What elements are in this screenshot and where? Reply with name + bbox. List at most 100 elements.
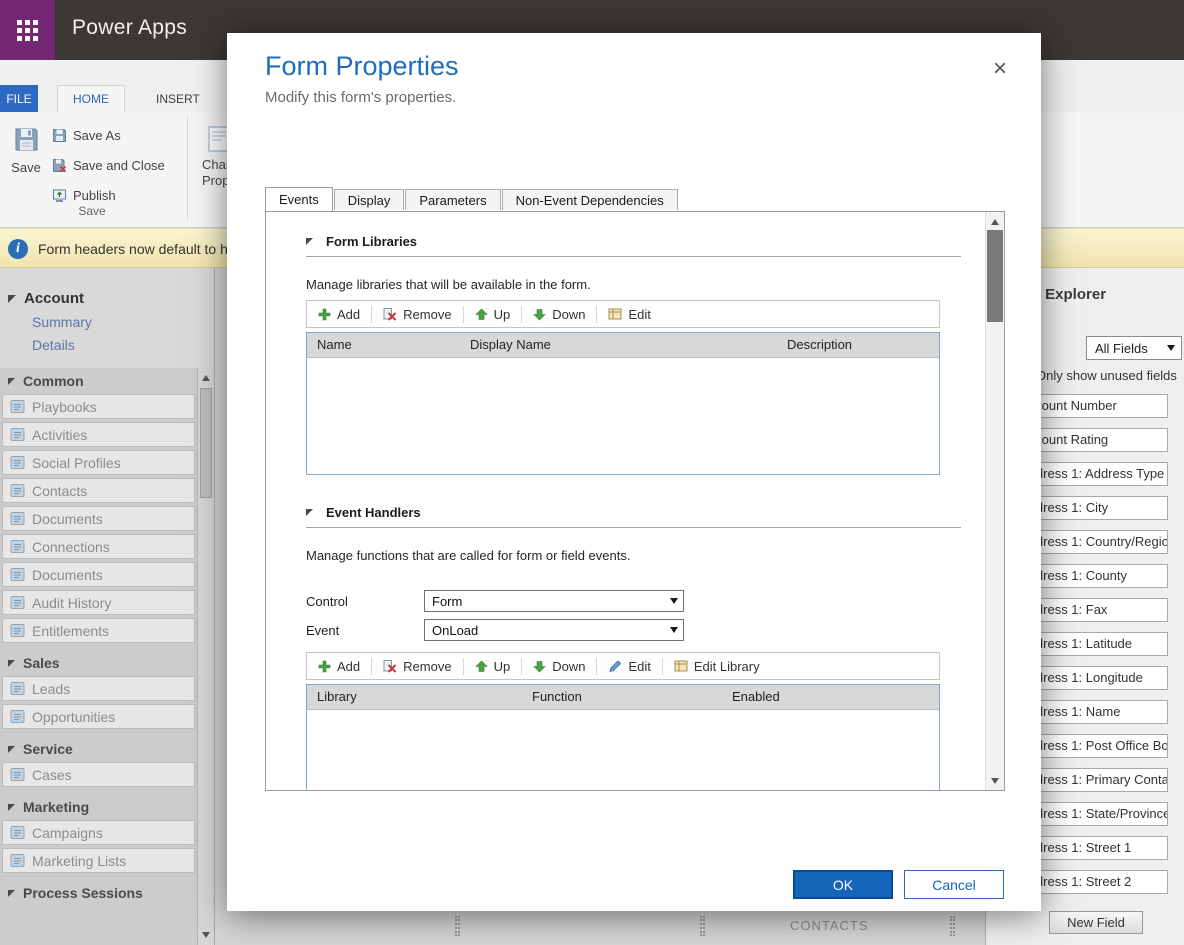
scroll-down-icon[interactable]	[986, 772, 1004, 789]
save-button[interactable]: Save	[4, 112, 48, 204]
arrow-down-icon	[533, 308, 546, 321]
entity-icon	[10, 623, 25, 638]
nav-item[interactable]: Contacts	[2, 478, 195, 503]
tab-events[interactable]: Events	[265, 187, 333, 211]
footer-tab-contacts[interactable]: CONTACTS	[790, 918, 869, 933]
nav-section-service[interactable]: Service	[0, 732, 197, 762]
scrollbar-thumb[interactable]	[987, 230, 1003, 322]
remove-icon	[383, 659, 397, 673]
nav-item[interactable]: Connections	[2, 534, 195, 559]
collapse-icon	[8, 804, 15, 811]
dialog-title: Form Properties	[265, 51, 459, 82]
nav-item[interactable]: Documents	[2, 506, 195, 531]
entity-header[interactable]: Account	[8, 290, 214, 307]
save-and-close-icon	[52, 158, 67, 173]
form-libraries-section-header[interactable]: Form Libraries	[306, 234, 961, 257]
nav-section-process-sessions[interactable]: Process Sessions	[0, 876, 197, 906]
nav-item-label: Audit History	[32, 595, 111, 611]
nav-scrollbar[interactable]	[197, 368, 214, 945]
section-title: Form Libraries	[326, 234, 417, 249]
publish-label: Publish	[73, 188, 116, 203]
collapse-icon	[306, 509, 313, 516]
ribbon-group-label: Save	[0, 204, 184, 218]
tree-item-summary[interactable]: Summary	[32, 314, 214, 330]
cancel-button[interactable]: Cancel	[904, 870, 1004, 899]
grid-header-row: Name Display Name Description	[307, 333, 939, 358]
up-button[interactable]: Up	[464, 301, 522, 327]
nav-item[interactable]: Campaigns	[2, 820, 195, 845]
scroll-up-icon[interactable]	[986, 213, 1004, 230]
field-filter-select[interactable]: All Fields	[1086, 336, 1182, 360]
control-select[interactable]: Form	[424, 590, 684, 612]
edit-button[interactable]: Edit	[597, 653, 661, 679]
nav-item-label: Documents	[32, 511, 103, 527]
control-row: Control Form	[306, 589, 961, 613]
nav-item[interactable]: Opportunities	[2, 704, 195, 729]
dialog-scrollbar[interactable]	[985, 212, 1004, 790]
nav-item[interactable]: Entitlements	[2, 618, 195, 643]
collapse-icon	[306, 238, 313, 245]
nav-section-common[interactable]: Common	[0, 368, 197, 394]
down-button[interactable]: Down	[522, 301, 596, 327]
dialog-subtitle: Modify this form's properties.	[265, 89, 456, 106]
add-button[interactable]: Add	[307, 653, 371, 679]
dialog-content: Form Libraries Manage libraries that wil…	[265, 211, 1005, 791]
nav-item-label: Activities	[32, 427, 87, 443]
remove-button[interactable]: Remove	[372, 653, 462, 679]
nav-item[interactable]: Leads	[2, 676, 195, 701]
ok-button[interactable]: OK	[793, 870, 893, 899]
column-header-function: Function	[522, 685, 722, 709]
form-footer: CONTACTS	[215, 905, 985, 945]
drag-handle-icon	[455, 916, 460, 936]
up-label: Up	[494, 659, 511, 674]
nav-item[interactable]: Social Profiles	[2, 450, 195, 475]
nav-item[interactable]: Audit History	[2, 590, 195, 615]
nav-item[interactable]: Marketing Lists	[2, 848, 195, 873]
edit-library-button[interactable]: Edit Library	[663, 653, 771, 679]
nav-item-label: Connections	[32, 539, 110, 555]
nav-section-marketing[interactable]: Marketing	[0, 790, 197, 820]
edit-button[interactable]: Edit	[597, 301, 661, 327]
control-select-value: Form	[432, 594, 462, 609]
waffle-icon	[17, 20, 38, 41]
nav-item[interactable]: Cases	[2, 762, 195, 787]
nav-section-sales[interactable]: Sales	[0, 646, 197, 676]
event-handlers-section-header[interactable]: Event Handlers	[306, 505, 961, 528]
nav-item[interactable]: Activities	[2, 422, 195, 447]
new-field-button[interactable]: New Field	[1049, 911, 1143, 934]
scroll-down-icon[interactable]	[198, 927, 214, 943]
nav-section-label: Common	[23, 373, 84, 389]
add-button[interactable]: Add	[307, 301, 371, 327]
tab-display[interactable]: Display	[334, 189, 405, 210]
scrollbar-thumb[interactable]	[200, 388, 212, 498]
dialog-footer: OK Cancel	[793, 870, 1004, 899]
tab-file[interactable]: FILE	[0, 85, 38, 112]
nav-item[interactable]: Playbooks	[2, 394, 195, 419]
app-launcher-button[interactable]	[0, 0, 55, 60]
up-label: Up	[494, 307, 511, 322]
nav-item[interactable]: Documents	[2, 562, 195, 587]
remove-label: Remove	[403, 659, 451, 674]
event-select[interactable]: OnLoad	[424, 619, 684, 641]
tab-parameters[interactable]: Parameters	[405, 189, 500, 210]
tab-insert[interactable]: INSERT	[141, 85, 215, 112]
edit-label: Edit	[628, 307, 650, 322]
tab-home[interactable]: HOME	[57, 85, 125, 112]
entity-icon	[10, 767, 25, 782]
event-handlers-toolbar: Add Remove Up Down	[306, 652, 940, 680]
close-icon[interactable]: ×	[993, 57, 1007, 81]
entity-nav: Common Playbooks Activities	[0, 368, 197, 906]
remove-icon	[383, 307, 397, 321]
drag-handle-icon	[950, 916, 955, 936]
save-and-close-button[interactable]: Save and Close	[52, 150, 165, 180]
entity-icon	[10, 567, 25, 582]
tab-non-event-dependencies[interactable]: Non-Event Dependencies	[502, 189, 678, 210]
remove-button[interactable]: Remove	[372, 301, 462, 327]
entity-icon	[10, 455, 25, 470]
scroll-up-icon[interactable]	[198, 370, 214, 386]
tree-item-details[interactable]: Details	[32, 337, 214, 353]
down-button[interactable]: Down	[522, 653, 596, 679]
save-as-label: Save As	[73, 128, 121, 143]
save-as-button[interactable]: Save As	[52, 120, 165, 150]
up-button[interactable]: Up	[464, 653, 522, 679]
